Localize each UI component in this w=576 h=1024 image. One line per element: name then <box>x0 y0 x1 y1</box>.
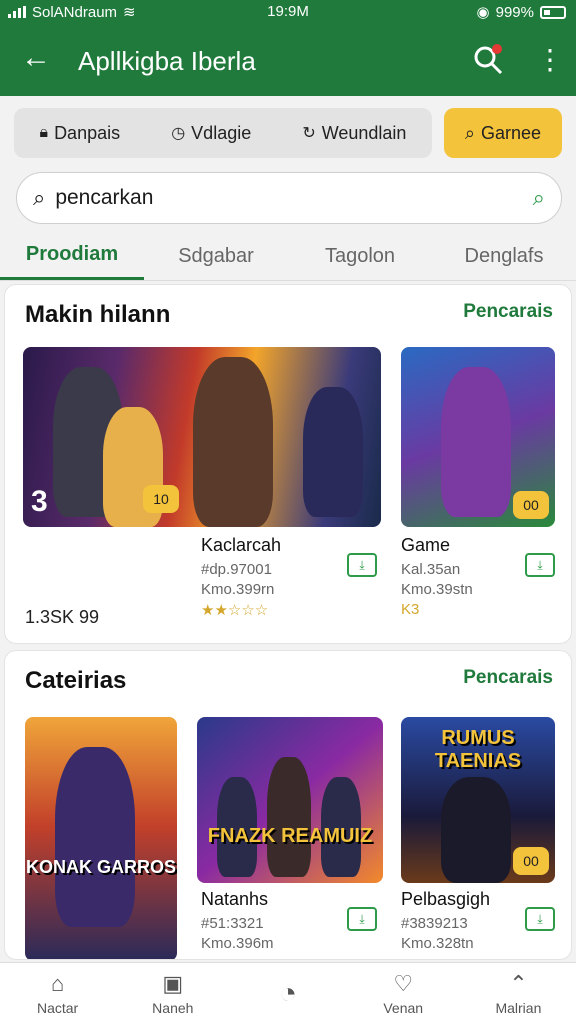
nav-item-2[interactable]: ▣ Naneh <box>115 963 230 1024</box>
games-button[interactable]: ⌕ Garnee <box>444 108 562 158</box>
tab-2[interactable]: Sdgabar <box>144 232 288 280</box>
search-input[interactable]: ⌕ pencarkan ⌕ <box>16 172 562 224</box>
gift-icon: ▣ <box>162 970 184 996</box>
filter-bar: 🔒︎ Danpais ◷ Vdlagie ↻ Weundlain <box>14 108 432 158</box>
category-tile-1[interactable]: KONAK GARROS <box>25 717 177 959</box>
search-go-icon[interactable]: ⌕ <box>533 185 545 211</box>
up-icon: ⌃ <box>509 970 528 996</box>
tab-1[interactable]: Proodiam <box>0 232 144 280</box>
notification-dot <box>492 44 502 54</box>
status-bar: SolANdraum ≋ 19:9M ◉ 999% <box>0 0 576 24</box>
filter-chip-3[interactable]: ↻ Weundlain <box>302 123 406 144</box>
app-bar: ← Apllkigba Iberla ⋮ <box>0 24 576 96</box>
game-title[interactable]: Pelbasgigh <box>401 889 490 910</box>
category-tile-3[interactable]: RUMUS TAENIAS 00 <box>401 717 555 883</box>
nav-item-home[interactable]: ⌂ Nactar <box>0 963 115 1024</box>
download-icon[interactable]: ⤓ <box>525 907 555 931</box>
section-link[interactable]: Pencarais <box>463 667 553 689</box>
download-count: 1.3SK 99 <box>25 607 100 627</box>
section-trending: Makin hilann Pencarais 3 10 00 Kaclarcah… <box>4 284 572 644</box>
section-title: Makin hilann <box>25 301 171 328</box>
refresh-icon: ↻ <box>302 125 316 142</box>
clock-icon: ◷ <box>171 125 186 142</box>
page-title: Apllkigba Iberla <box>78 46 256 76</box>
star-rating: K3 <box>401 601 420 618</box>
section-title: Cateirias <box>25 667 127 694</box>
rating-badge: 00 <box>513 847 549 875</box>
download-icon[interactable]: ⤓ <box>347 553 377 577</box>
featured-game-image[interactable]: 3 10 <box>23 347 381 527</box>
tab-bar: Proodiam Sdgabar Tagolon Denglafs <box>0 232 576 280</box>
search-value: pencarkan <box>55 186 154 209</box>
tile-title: RUMUS TAENIAS <box>434 727 522 772</box>
rank-number: 3 <box>31 485 48 518</box>
filter-chip-1[interactable]: 🔒︎ Danpais <box>40 123 121 144</box>
game-title[interactable]: Game <box>401 535 450 556</box>
rating-badge: 00 <box>513 491 549 519</box>
game-meta: Kmo.396m <box>201 935 274 952</box>
game-meta: Kmo.399rn <box>201 581 275 598</box>
lock-icon: 🔒︎ <box>39 124 49 141</box>
alarm-icon: ◉ <box>476 4 490 21</box>
search-icon: ⌕ <box>464 122 476 143</box>
more-vert-icon[interactable]: ⋮ <box>536 42 564 78</box>
back-arrow-icon[interactable]: ← <box>18 40 54 76</box>
game-image-2[interactable]: 00 <box>401 347 555 527</box>
heart-icon: ♡ <box>393 970 414 996</box>
game-meta: Kmo.39stn <box>401 581 473 598</box>
divider <box>0 280 576 281</box>
tab-3[interactable]: Tagolon <box>288 232 432 280</box>
download-icon[interactable]: ⤓ <box>347 907 377 931</box>
category-tile-2[interactable]: FNAZK REAMUIZ <box>197 717 383 883</box>
tab-4[interactable]: Denglafs <box>432 232 576 280</box>
tile-title: FNAZK REAMUIZ <box>207 825 373 847</box>
battery-icon <box>540 5 566 19</box>
game-meta: #dp.97001 <box>201 561 272 578</box>
nav-item-3[interactable]: ◔ <box>230 963 345 1024</box>
search-icon: ⌕ <box>33 185 46 210</box>
battery-label: 999% <box>495 3 534 21</box>
home-icon: ⌂ <box>50 970 65 996</box>
nav-item-4[interactable]: ♡ Venan <box>346 963 461 1024</box>
timer-icon: ◔ <box>278 976 298 1010</box>
nav-item-5[interactable]: ⌃ Malrian <box>461 963 576 1024</box>
rating-badge: 10 <box>143 485 179 513</box>
tile-title: KONAK GARROS <box>25 857 176 877</box>
game-title[interactable]: Natanhs <box>201 889 268 910</box>
section-categories: Cateirias Pencarais KONAK GARROS FNAZK R… <box>4 650 572 960</box>
game-meta: #3839213 <box>401 915 468 932</box>
download-icon[interactable]: ⤓ <box>525 553 555 577</box>
game-title[interactable]: Kaclarcah <box>201 535 281 556</box>
section-link[interactable]: Pencarais <box>463 301 553 323</box>
filter-chip-2[interactable]: ◷ Vdlagie <box>171 123 251 144</box>
game-meta: Kal.35an <box>401 561 461 578</box>
bottom-navigation: ⌂ Nactar ▣ Naneh ◔ ♡ Venan ⌃ Malrian <box>0 962 576 1024</box>
game-meta: #51:3321 <box>201 915 264 932</box>
star-rating: ★★☆☆☆ <box>201 602 269 619</box>
game-meta: Kmo.328tn <box>401 935 474 952</box>
